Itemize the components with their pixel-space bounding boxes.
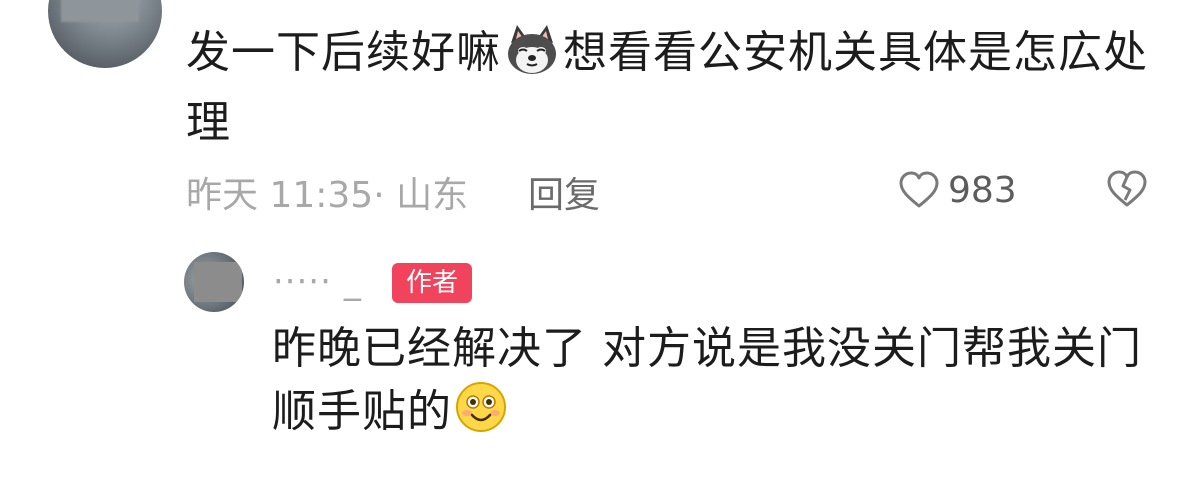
- reply-text-content: 昨晚已经解决了 对方说是我没关门帮我关门顺手贴的: [272, 323, 1142, 437]
- grinning-face-emoji: [454, 380, 508, 451]
- like-count: 983: [948, 169, 1017, 211]
- author-badge: 作者: [392, 263, 473, 303]
- comment-time-location: 昨天 11:35· 山东: [186, 175, 469, 216]
- broken-heart-icon[interactable]: [1106, 170, 1148, 208]
- like-button[interactable]: 983: [898, 168, 1017, 212]
- next-comment-meta-cutoff: [272, 458, 1172, 478]
- avatar-blur-mask: [61, 0, 139, 22]
- heart-icon: [899, 171, 939, 208]
- reply-button[interactable]: 回复: [528, 166, 600, 218]
- comment-meta: 昨天 11:35· 山东 回复 983: [186, 160, 1166, 220]
- commenter-avatar[interactable]: [48, 0, 162, 68]
- author-avatar[interactable]: [184, 252, 244, 312]
- comment-text: 发一下后续好嘛 想看看公安机关具体是怎広处理: [186, 22, 1156, 154]
- reply-author-name[interactable]: ⋅⋅⋅⋅⋅ _: [273, 262, 362, 302]
- avatar-blur-mask: [194, 262, 242, 302]
- comment-text-part-1: 发一下后续好嘛: [186, 27, 501, 78]
- reply-text: 昨晚已经解决了 对方说是我没关门帮我关门顺手贴的: [272, 318, 1152, 451]
- husky-dog-emoji: [503, 25, 561, 92]
